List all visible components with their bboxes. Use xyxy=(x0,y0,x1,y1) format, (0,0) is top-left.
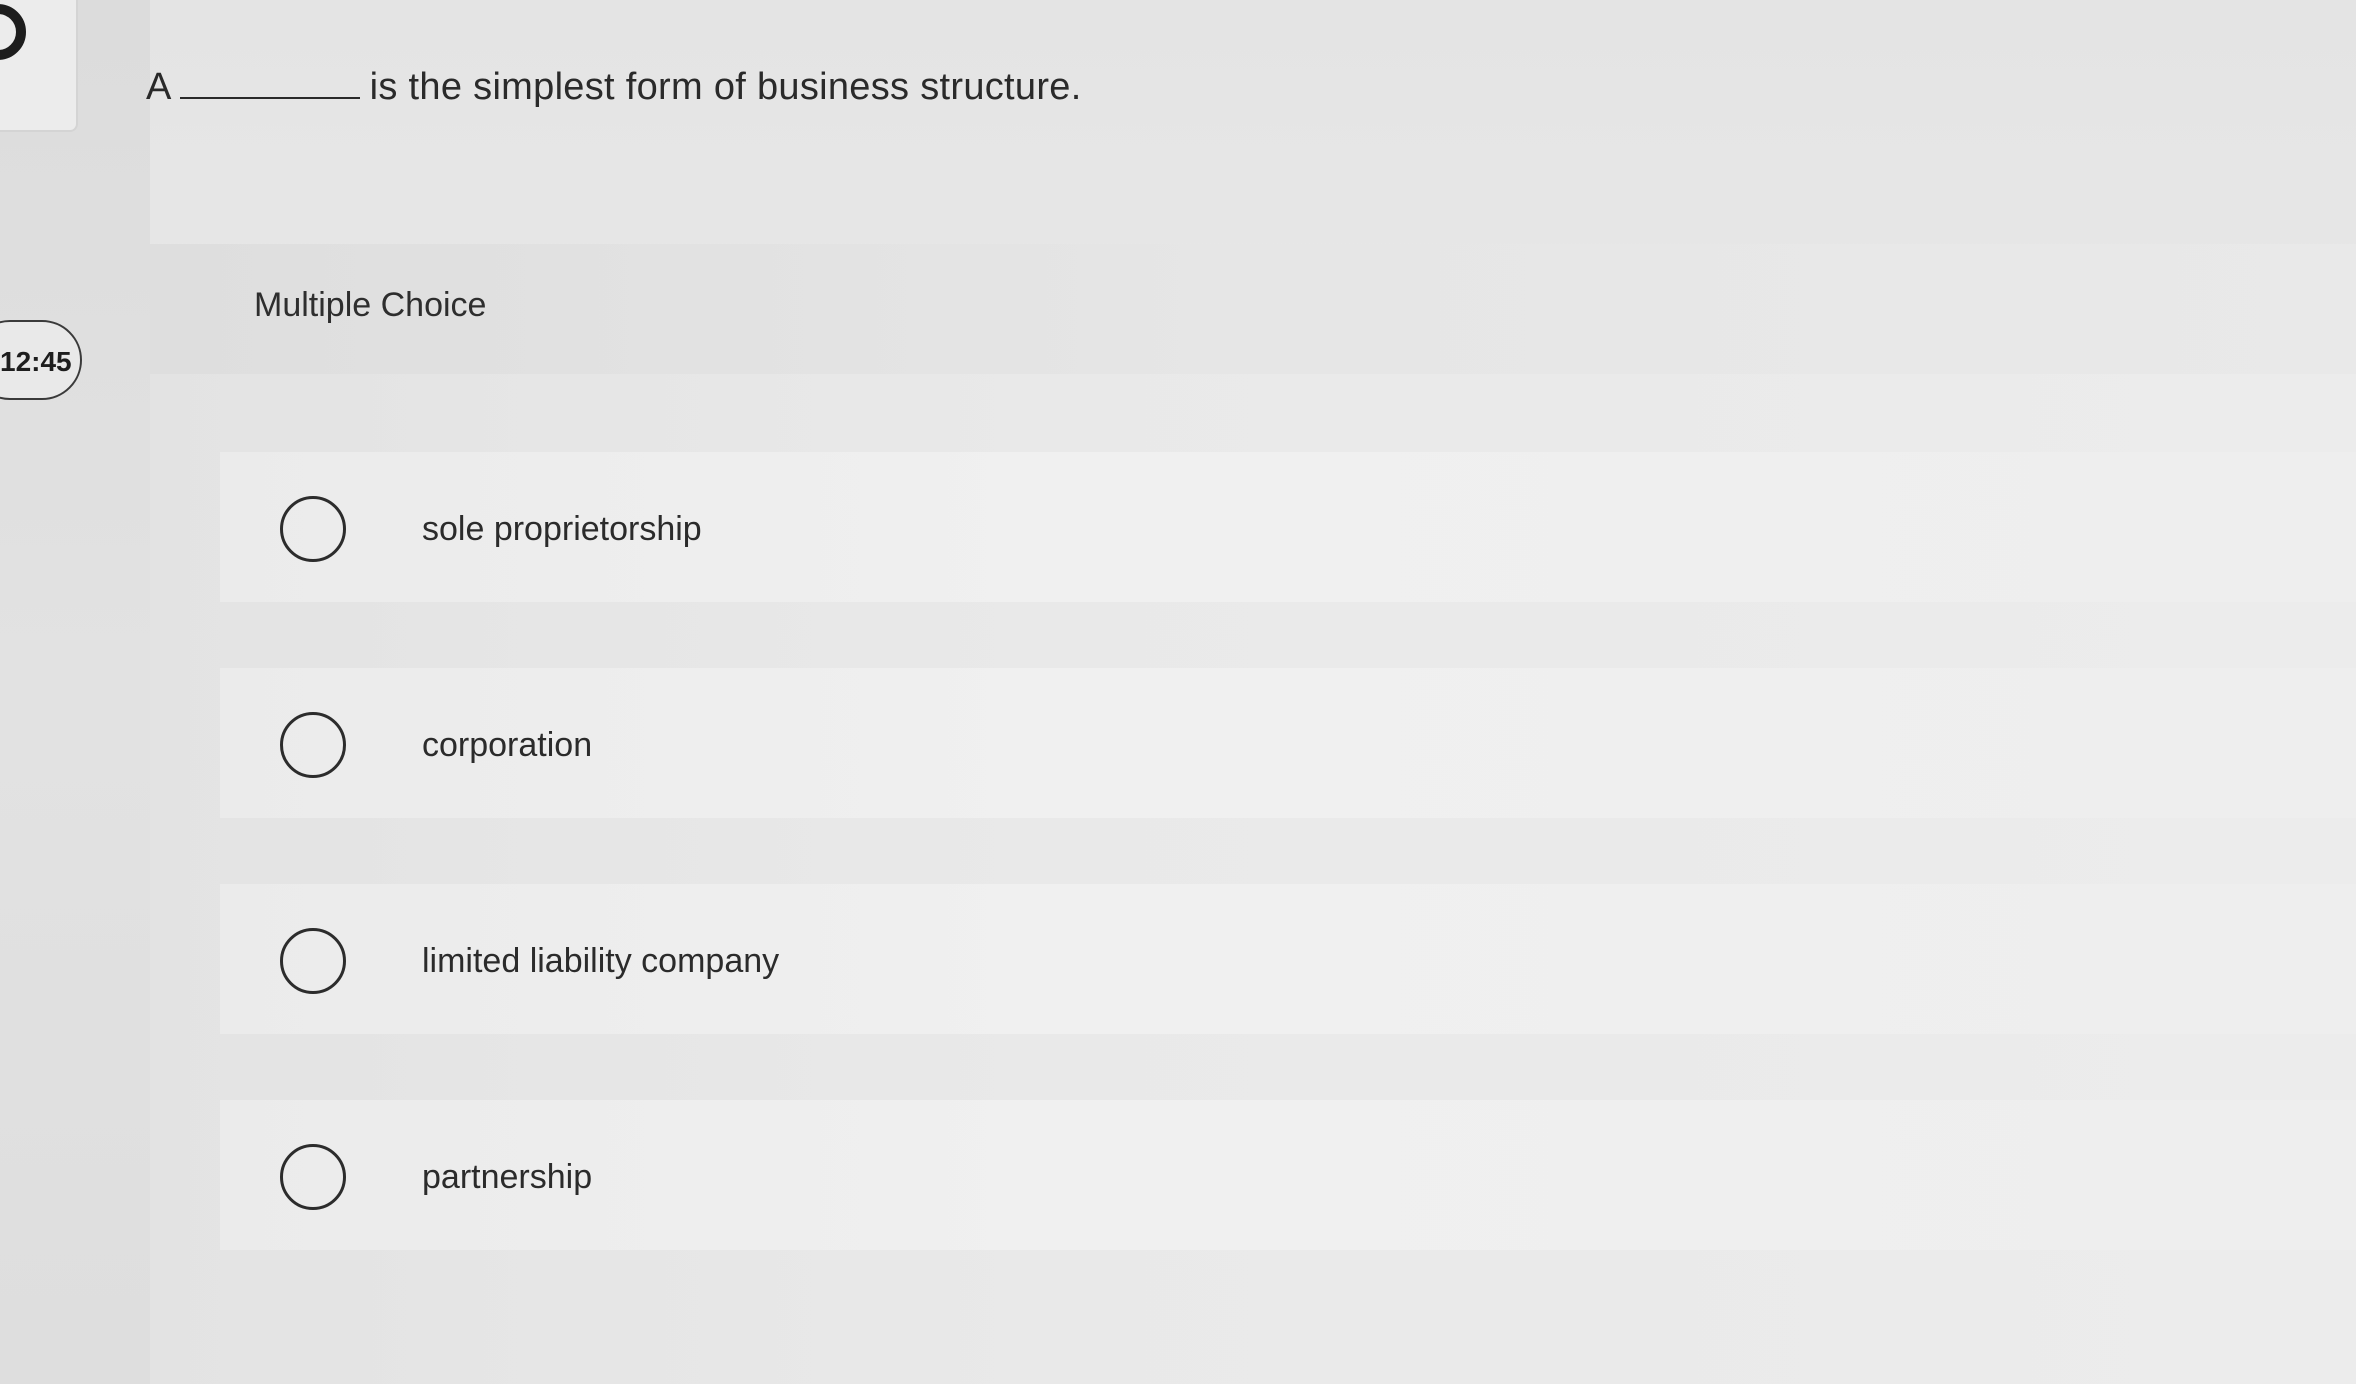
option-partnership[interactable]: partnership xyxy=(220,1100,2356,1250)
option-corporation[interactable]: corporation xyxy=(220,668,2356,818)
option-limited-liability-company[interactable]: limited liability company xyxy=(220,884,2356,1034)
option-label: sole proprietorship xyxy=(422,510,702,548)
option-sole-proprietorship[interactable]: sole proprietorship xyxy=(220,452,2356,602)
radio-button-icon[interactable] xyxy=(280,712,346,778)
timer-text: 12:45 xyxy=(0,346,72,377)
question-prefix: A xyxy=(146,66,172,108)
panel-title: Multiple Choice xyxy=(254,286,487,324)
answer-blank xyxy=(179,67,360,99)
radio-button-icon[interactable] xyxy=(280,1144,346,1210)
left-gutter xyxy=(0,0,150,1384)
option-label: limited liability company xyxy=(422,942,780,980)
question-suffix: is the simplest form of business structu… xyxy=(369,66,1082,108)
radio-button-icon[interactable] xyxy=(280,928,346,994)
radio-button-icon[interactable] xyxy=(280,496,346,562)
option-label: partnership xyxy=(422,1158,593,1196)
option-label: corporation xyxy=(422,726,593,764)
question-text: Ais the simplest form of business struct… xyxy=(146,66,1082,109)
